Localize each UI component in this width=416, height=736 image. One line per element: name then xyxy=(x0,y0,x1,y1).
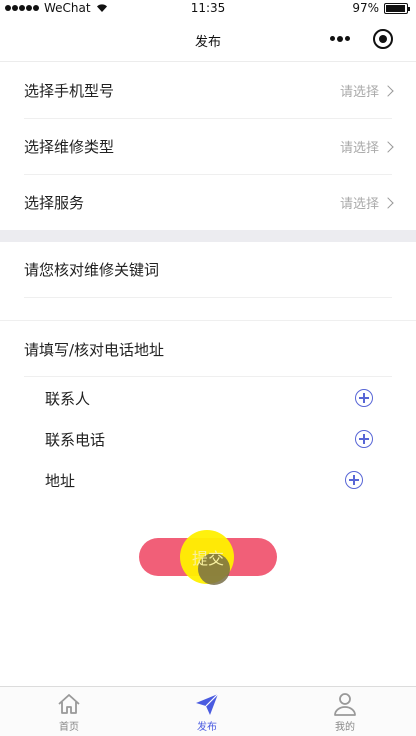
battery-percent: 97% xyxy=(352,1,379,15)
address-title-label: 请填写/核对电话地址 xyxy=(24,340,165,359)
chevron-right-icon xyxy=(382,196,394,209)
row-placeholder: 请选择 xyxy=(339,197,379,212)
address-section-title: 请填写/核对电话地址 xyxy=(24,322,392,377)
battery-info: 97% xyxy=(352,1,410,15)
status-bar: WeChat 11:35 97% xyxy=(0,0,416,18)
add-phone-icon[interactable] xyxy=(355,430,373,448)
close-mini-program-icon[interactable] xyxy=(373,29,393,49)
home-icon xyxy=(58,694,80,714)
contact-label: 联系人 xyxy=(45,389,91,408)
add-contact-name-icon[interactable] xyxy=(355,389,373,407)
battery-icon xyxy=(384,2,410,14)
page-title: 发布 xyxy=(194,35,221,50)
more-icon[interactable] xyxy=(330,35,350,42)
tab-home[interactable]: 首页 xyxy=(0,687,138,736)
nav-bar: 发布 xyxy=(0,18,416,62)
row-label: 选择手机型号 xyxy=(24,82,115,100)
contact-name-row[interactable]: 联系人 xyxy=(45,378,375,418)
repair-type-row[interactable]: 选择维修类型 请选择 xyxy=(24,119,394,175)
phone-model-row[interactable]: 选择手机型号 请选择 xyxy=(24,63,394,119)
tab-publish[interactable]: 发布 xyxy=(138,687,276,736)
keyword-row[interactable]: 请您核对维修关键词 xyxy=(24,242,392,298)
divider xyxy=(0,320,416,321)
chevron-right-icon xyxy=(382,140,394,153)
contact-phone-row[interactable]: 联系电话 xyxy=(45,419,375,459)
chevron-right-icon xyxy=(382,84,394,97)
contact-label: 联系电话 xyxy=(45,430,106,449)
row-placeholder: 请选择 xyxy=(339,141,379,156)
service-row[interactable]: 选择服务 请选择 xyxy=(24,175,394,231)
send-icon xyxy=(196,693,219,715)
contact-address-row[interactable]: 地址 xyxy=(45,460,375,500)
tab-label: 首页 xyxy=(59,722,79,733)
contact-label: 地址 xyxy=(45,471,76,490)
row-label: 选择维修类型 xyxy=(24,138,115,156)
section-separator xyxy=(0,230,416,242)
keyword-label: 请您核对维修关键词 xyxy=(24,261,160,279)
tab-label: 我的 xyxy=(335,722,355,733)
tab-me[interactable]: 我的 xyxy=(276,687,414,736)
row-placeholder: 请选择 xyxy=(339,85,379,100)
tab-bar: 首页 发布 我的 xyxy=(0,686,416,736)
user-icon xyxy=(334,693,356,716)
tab-label: 发布 xyxy=(197,722,217,733)
cursor-icon xyxy=(198,553,230,585)
row-label: 选择服务 xyxy=(24,194,85,212)
add-address-icon[interactable] xyxy=(345,471,363,489)
